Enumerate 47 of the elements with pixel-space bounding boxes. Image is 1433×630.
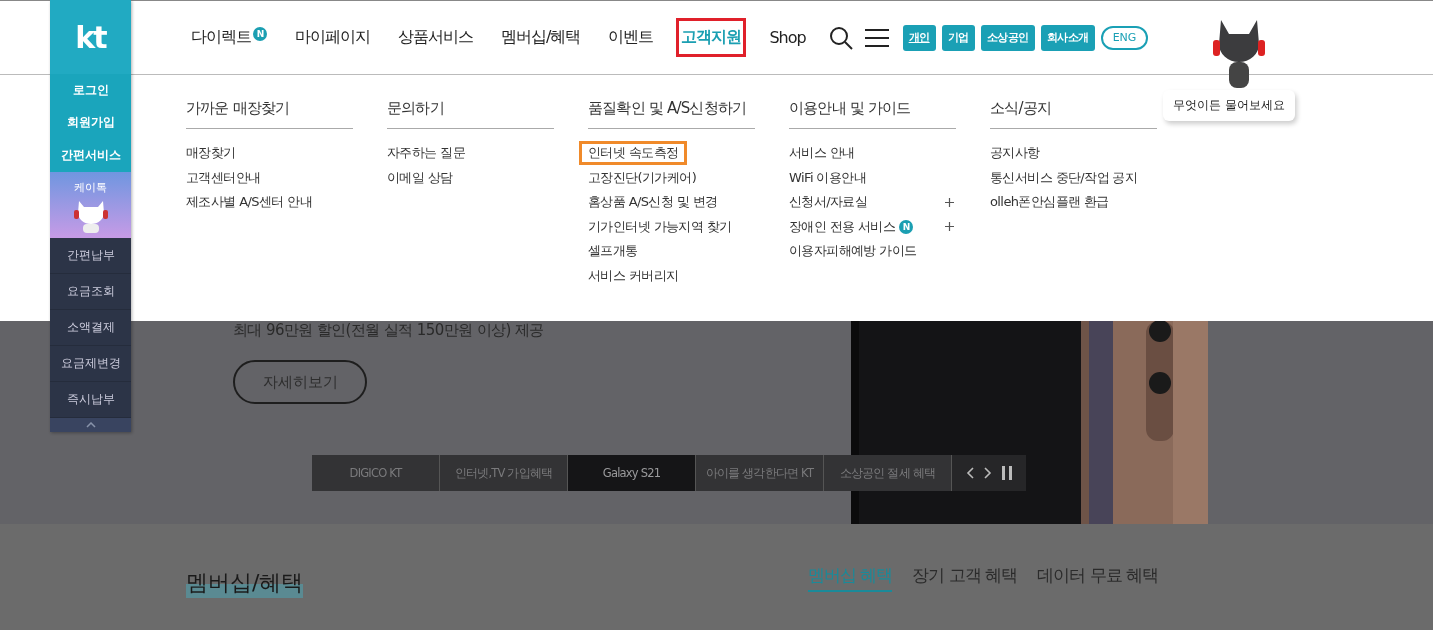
slide-tab[interactable]: Galaxy S21 xyxy=(568,455,696,491)
next-icon[interactable] xyxy=(984,467,992,479)
menu-link[interactable]: 홈상품 A/S신청 및 변경 xyxy=(579,190,727,215)
search-icon[interactable] xyxy=(828,25,853,50)
nav-link[interactable]: 다이렉트 $^{N}$ xyxy=(186,18,272,57)
chat-label: 케이톡 xyxy=(74,180,107,195)
menu-link[interactable]: 이메일 상담 xyxy=(378,165,462,190)
menu-heading: 품질확인 및 A/S신청하기 xyxy=(588,99,755,129)
menu-link[interactable]: 서비스 커버리지 xyxy=(579,263,688,288)
menu-link[interactable]: 서비스 안내 xyxy=(780,141,864,166)
previous-icon[interactable] xyxy=(966,467,974,479)
menu-link[interactable]: 매장찾기 xyxy=(177,141,245,166)
menu-link[interactable]: 셀프개통 xyxy=(579,239,647,264)
menu-link[interactable]: WiFi 이용안내 xyxy=(780,165,876,190)
menu-link[interactable]: 이용자피해예방 가이드 xyxy=(780,239,926,264)
menu-link[interactable]: 고객센터안내 xyxy=(177,165,270,190)
menu-link[interactable]: 신청서/자료실 xyxy=(780,190,877,215)
menu-link[interactable]: 자주하는 질문 xyxy=(378,141,474,166)
nav-link[interactable]: 이벤트 xyxy=(603,18,659,57)
menu-link[interactable]: 제조사별 A/S센터 안내 xyxy=(177,190,321,215)
nav-link[interactable]: 마이페이지 xyxy=(290,18,375,57)
menu-icon[interactable] xyxy=(864,27,889,48)
hero-text: 최대 96만원 할인(전월 실적 150만원 이상) 제공 xyxy=(233,321,545,340)
nav-link[interactable]: Shop xyxy=(764,19,811,56)
quick-menu-link[interactable]: 즉시납부 xyxy=(50,381,131,418)
chevron-up-icon xyxy=(85,421,96,428)
nav-link[interactable]: 멤버십/혜택 xyxy=(496,18,586,57)
menu-link[interactable]: 고장진단(기가케어) xyxy=(579,165,706,190)
menu-link[interactable]: olleh폰안심플랜 환급 xyxy=(981,190,1118,215)
menu-link[interactable]: 통신서비스 중단/작업 공지 xyxy=(981,165,1147,190)
chat-bubble[interactable]: 무엇이든 물어보세요 xyxy=(1163,90,1295,121)
menu-link[interactable]: 장애인 전용 서비스 N xyxy=(780,214,923,239)
quick-menu-link[interactable]: 요금조회 xyxy=(50,273,131,310)
quick-menu-link[interactable]: 소액결제 xyxy=(50,309,131,346)
menu-heading: 소식/공지 xyxy=(990,99,1157,129)
pause-icon[interactable] xyxy=(1002,466,1012,480)
quick-menu-link[interactable]: 요금제변경 xyxy=(50,345,131,382)
menu-link[interactable]: 기가인터넷 가능지역 찾기 xyxy=(579,214,741,239)
nav-link[interactable]: 상품서비스 xyxy=(393,18,478,57)
menu-link[interactable]: 공지사항 xyxy=(981,141,1049,166)
quick-menu-link[interactable]: 간편납부 xyxy=(50,237,131,274)
menu-heading: 문의하기 xyxy=(387,99,554,129)
menu-heading: 가까운 매장찾기 xyxy=(186,99,353,129)
menu-link[interactable]: 인터넷 속도측정 xyxy=(579,141,688,166)
menu-heading: 이용안내 및 가이드 xyxy=(789,99,956,129)
plus-icon[interactable] xyxy=(945,197,954,207)
plus-icon[interactable] xyxy=(945,222,954,232)
